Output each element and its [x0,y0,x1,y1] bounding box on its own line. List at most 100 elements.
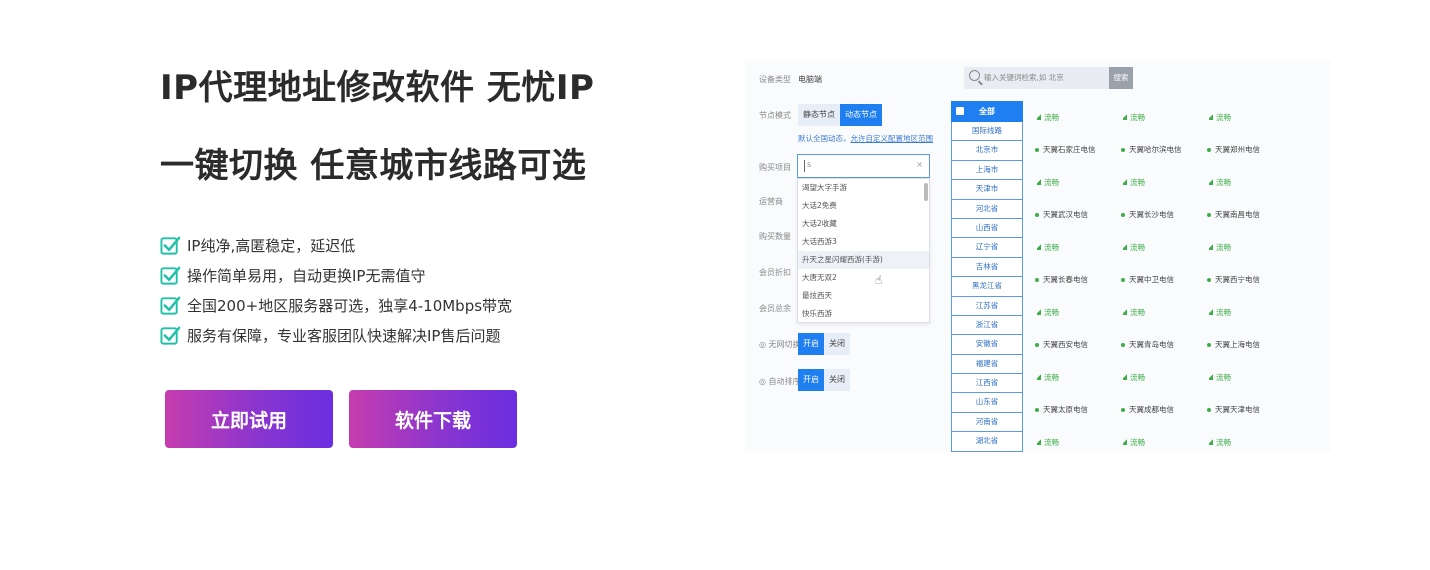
city-item[interactable]: 黑龙江省 [951,277,1023,297]
signal-icon [1207,244,1213,251]
auto-sort-toggle: 开启 关闭 [798,369,850,391]
feature-item: 全国200+地区服务器可选，独享4-10Mbps带宽 [160,290,720,320]
dynamic-node-option[interactable]: 动态节点 [840,104,882,126]
flow-status: 流畅 [1121,177,1207,188]
node-item[interactable]: 天翼哈尔滨电信 [1121,144,1207,155]
city-item[interactable]: 北京市 [951,141,1023,161]
flow-status: 流畅 [1035,307,1121,318]
city-item[interactable]: 辽宁省 [951,238,1023,258]
node-item[interactable]: 天翼石家庄电信 [1035,144,1121,155]
status-dot-icon [1035,147,1039,152]
city-item[interactable]: 河北省 [951,199,1023,219]
checkbox-check-icon [160,236,181,255]
city-item[interactable]: 国际线路 [951,122,1023,142]
flow-status: 流畅 [1207,437,1293,448]
node-item[interactable]: 天翼郑州电信 [1207,144,1293,155]
on-option[interactable]: 开启 [798,333,824,355]
node-item[interactable]: 天翼西宁电信 [1207,274,1293,285]
status-dot-icon [1121,407,1125,412]
quantity-label: 购买数量 [759,232,791,241]
node-item[interactable]: 天翼中卫电信 [1121,274,1207,285]
city-item[interactable]: 山西省 [951,218,1023,239]
node-row: 天翼武汉电信 天翼长沙电信 天翼南昌电信 [1035,199,1305,232]
game-search-input[interactable]: s × [797,154,930,178]
signal-icon [1207,374,1213,381]
device-value: 电脑端 [798,75,822,84]
node-item[interactable]: 天翼上海电信 [1207,339,1293,350]
custom-region-link[interactable]: 允许自定义配置地区范围 [851,134,934,143]
download-button[interactable]: 软件下载 [349,390,517,448]
status-dot-icon [1121,147,1125,152]
city-item[interactable]: 吉林省 [951,257,1023,278]
flow-status: 流畅 [1207,242,1293,253]
city-all-item[interactable]: 全部 [951,101,1023,122]
clear-icon[interactable]: × [916,160,923,169]
dropdown-option[interactable]: 大话2收藏 [798,215,929,233]
game-input-value: s [807,160,812,169]
flow-status: 流畅 [1121,372,1207,383]
game-dropdown-list: 渴望大字手游 大话2免费 大话2收藏 大话西游3 升天之星闪耀西游(手游) 大唐… [797,178,930,323]
off-option[interactable]: 关闭 [824,333,850,355]
node-item[interactable]: 天翼长沙电信 [1121,209,1207,220]
dropdown-option[interactable]: 升天之星闪耀西游(手游) [798,251,929,269]
city-item[interactable]: 上海市 [951,160,1023,181]
operator-label: 运营商 [759,197,783,206]
city-item[interactable]: 福建省 [951,354,1023,375]
try-now-button[interactable]: 立即试用 [165,390,333,448]
checkbox-check-icon [160,296,181,315]
signal-icon [1121,309,1127,316]
node-item[interactable]: 天翼天津电信 [1207,404,1293,415]
node-item[interactable]: 天翼成都电信 [1121,404,1207,415]
signal-icon [1121,439,1127,446]
dropdown-scrollbar[interactable] [924,183,928,201]
default-text: 默认全国动态， [798,134,851,143]
flow-status: 流畅 [1035,372,1121,383]
city-item[interactable]: 山东省 [951,393,1023,413]
city-item[interactable]: 浙江省 [951,315,1023,336]
search-button[interactable]: 搜索 [1109,67,1133,89]
node-item[interactable]: 天翼太原电信 [1035,404,1121,415]
feature-item: 服务有保障，专业客服团队快速解决IP售后问题 [160,320,720,350]
node-item[interactable]: 天翼武汉电信 [1035,209,1121,220]
software-screenshot: 设备类型 电脑端 节点模式 静态节点 动态节点 默认全国动态，允许自定义配置地区… [745,60,1330,452]
static-node-option[interactable]: 静态节点 [798,104,840,126]
city-item[interactable]: 湖北省 [951,432,1023,452]
dropdown-option[interactable]: 大唐无双2 [798,269,929,287]
node-item[interactable]: 天翼长春电信 [1035,274,1121,285]
search-icon [969,70,980,81]
hero-title-line-1: IP代理地址修改软件 无忧IP [160,68,595,108]
checkbox-icon [956,107,964,115]
status-dot-icon [1121,342,1125,347]
city-item[interactable]: 江苏省 [951,296,1023,316]
flow-status: 流畅 [1035,112,1121,123]
dropdown-option[interactable]: 大话西游3 [798,233,929,251]
dropdown-option[interactable]: 渴望大字手游 [798,179,929,197]
signal-icon [1035,309,1041,316]
dropdown-option[interactable]: 最炫西天 [798,287,929,305]
checkbox-check-icon [160,326,181,345]
flow-status: 流畅 [1207,307,1293,318]
city-item[interactable]: 天津市 [951,180,1023,200]
search-placeholder: 输入关键词检索,如 北京 [984,73,1064,82]
region-search-input[interactable]: 输入关键词检索,如 北京 [964,67,1109,89]
city-item[interactable]: 安徽省 [951,335,1023,355]
feature-text: IP纯净,高匿稳定，延迟低 [187,236,356,255]
off-option[interactable]: 关闭 [824,369,850,391]
dropdown-option[interactable]: 大话2免费 [798,197,929,215]
auto-sort-label: ◎ 自动排序 [759,377,801,386]
status-dot-icon [1207,277,1211,282]
city-item[interactable]: 河南省 [951,412,1023,433]
signal-icon [1035,374,1041,381]
on-option[interactable]: 开启 [798,369,824,391]
flow-status: 流畅 [1207,177,1293,188]
city-item[interactable]: 江西省 [951,374,1023,394]
node-item[interactable]: 天翼青岛电信 [1121,339,1207,350]
flow-status: 流畅 [1207,112,1293,123]
feature-list: IP纯净,高匿稳定，延迟低 操作简单易用，自动更换IP无需值守 全国200+地区… [160,230,720,350]
flow-row: 流畅 流畅 流畅 [1035,166,1305,199]
node-item[interactable]: 天翼西安电信 [1035,339,1121,350]
signal-icon [1207,114,1213,121]
node-item[interactable]: 天翼南昌电信 [1207,209,1293,220]
flow-status: 流畅 [1121,307,1207,318]
dropdown-option[interactable]: 快乐西游 [798,305,929,323]
